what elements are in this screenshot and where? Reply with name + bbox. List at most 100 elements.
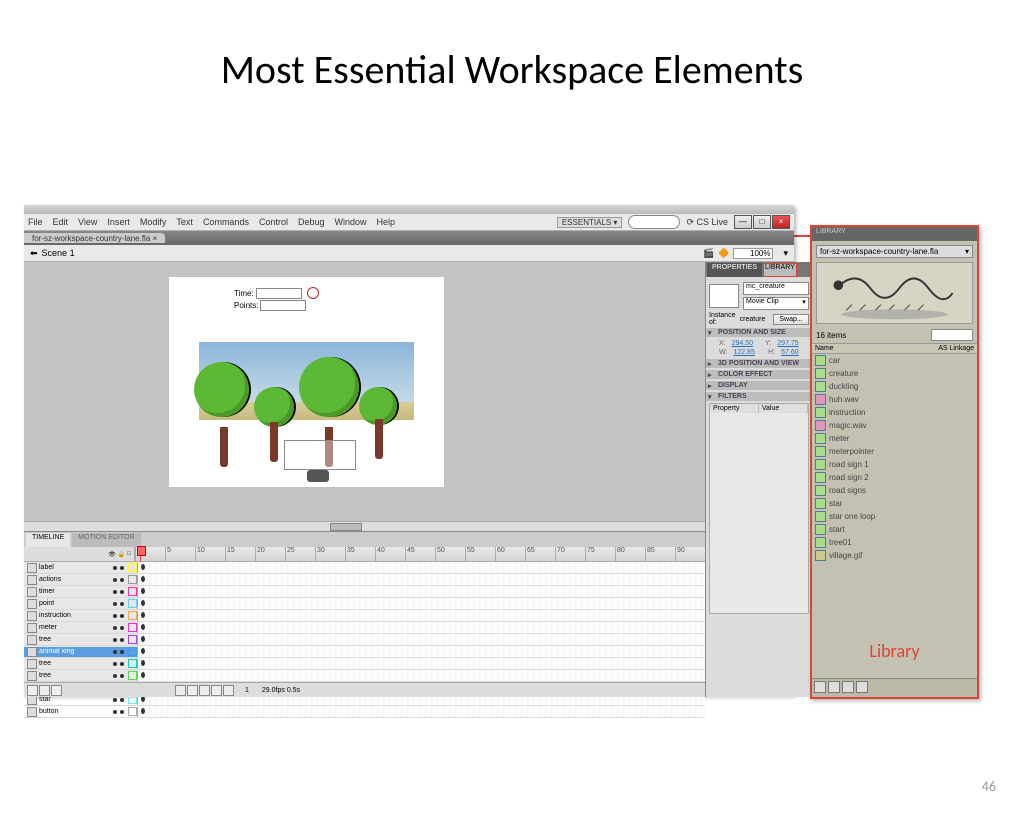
layer-frames[interactable] bbox=[138, 646, 705, 658]
layer-row[interactable]: instruction bbox=[24, 610, 705, 622]
layer-row[interactable]: label bbox=[24, 562, 705, 574]
step-fwd-button[interactable] bbox=[211, 685, 222, 696]
window-minimize-button[interactable]: — bbox=[734, 215, 752, 229]
library-item[interactable]: meter bbox=[812, 432, 977, 445]
zoom-dropdown-icon[interactable]: ▾ bbox=[783, 248, 788, 259]
tab-timeline[interactable]: TIMELINE bbox=[26, 533, 70, 547]
horizontal-scrollbar[interactable] bbox=[24, 521, 705, 531]
x-value[interactable]: 294.50 bbox=[732, 340, 753, 347]
y-value[interactable]: 297.75 bbox=[777, 340, 798, 347]
menu-file[interactable]: File bbox=[28, 217, 43, 227]
layer-frames[interactable] bbox=[138, 574, 705, 586]
library-item[interactable]: duckling bbox=[812, 380, 977, 393]
library-header-name[interactable]: Name bbox=[815, 345, 938, 352]
new-symbol-button[interactable] bbox=[814, 681, 826, 693]
tab-properties[interactable]: PROPERTIES bbox=[707, 263, 762, 277]
section-position-size[interactable]: POSITION AND SIZE bbox=[706, 328, 812, 337]
library-item[interactable]: start bbox=[812, 523, 977, 536]
window-close-button[interactable]: × bbox=[772, 215, 790, 229]
w-value[interactable]: 122.85 bbox=[733, 349, 754, 356]
edit-scene-icon[interactable]: 🎬 bbox=[703, 248, 714, 259]
swap-button[interactable]: Swap... bbox=[773, 314, 808, 325]
layer-frames[interactable] bbox=[138, 622, 705, 634]
menu-control[interactable]: Control bbox=[259, 217, 288, 227]
library-item[interactable]: car bbox=[812, 354, 977, 367]
layer-frames[interactable] bbox=[138, 706, 705, 718]
symbol-type-select[interactable]: Movie Clip ▾ bbox=[743, 297, 809, 310]
layer-frames[interactable] bbox=[138, 670, 705, 682]
tab-motion-editor[interactable]: MOTION EDITOR bbox=[72, 533, 140, 547]
delete-layer-button[interactable] bbox=[51, 685, 62, 696]
library-item[interactable]: meterpointer bbox=[812, 445, 977, 458]
library-item[interactable]: village.gif bbox=[812, 549, 977, 562]
layer-row[interactable]: tree bbox=[24, 658, 705, 670]
section-3d-position[interactable]: 3D POSITION AND VIEW bbox=[706, 359, 812, 368]
library-item[interactable]: instruction bbox=[812, 406, 977, 419]
instance-name-field[interactable]: mc_creature bbox=[743, 282, 809, 295]
layer-row[interactable]: animal xing bbox=[24, 646, 705, 658]
section-color-effect[interactable]: COLOR EFFECT bbox=[706, 370, 812, 379]
rewind-button[interactable] bbox=[175, 685, 186, 696]
stage[interactable]: Time: Points: bbox=[169, 277, 444, 487]
layer-frames[interactable] bbox=[138, 634, 705, 646]
menu-help[interactable]: Help bbox=[377, 217, 396, 227]
menu-window[interactable]: Window bbox=[335, 217, 367, 227]
layer-frames[interactable] bbox=[138, 562, 705, 574]
step-back-button[interactable] bbox=[187, 685, 198, 696]
library-header-linkage[interactable]: AS Linkage bbox=[938, 345, 974, 352]
layer-row[interactable]: button bbox=[24, 706, 705, 718]
layer-row[interactable]: tree bbox=[24, 634, 705, 646]
section-display[interactable]: DISPLAY bbox=[706, 381, 812, 390]
section-filters[interactable]: FILTERS bbox=[706, 392, 812, 401]
layer-frames[interactable] bbox=[138, 586, 705, 598]
library-item[interactable]: creature bbox=[812, 367, 977, 380]
fast-fwd-button[interactable] bbox=[223, 685, 234, 696]
tab-library[interactable]: LIBRARY bbox=[763, 263, 797, 277]
delete-button[interactable] bbox=[856, 681, 868, 693]
library-item[interactable]: tree01 bbox=[812, 536, 977, 549]
frame-ruler[interactable]: 151015202530354045505560657075808590 bbox=[135, 547, 705, 561]
doc-tab-close-icon[interactable]: × bbox=[153, 234, 158, 243]
back-arrow-icon[interactable]: ⬅ bbox=[30, 248, 38, 259]
menu-view[interactable]: View bbox=[78, 217, 97, 227]
stage-area[interactable]: Time: Points: bbox=[24, 262, 705, 521]
library-file-select[interactable]: for-sz-workspace-country-lane.fla▾ bbox=[816, 245, 973, 258]
library-item[interactable]: huh.wav bbox=[812, 393, 977, 406]
lock-icon[interactable]: 🔒 bbox=[118, 551, 125, 558]
library-item[interactable]: star bbox=[812, 497, 977, 510]
window-maximize-button[interactable]: □ bbox=[753, 215, 771, 229]
menu-insert[interactable]: Insert bbox=[107, 217, 130, 227]
library-item[interactable]: road sign 2 bbox=[812, 471, 977, 484]
layer-frames[interactable] bbox=[138, 658, 705, 670]
layer-frames[interactable] bbox=[138, 598, 705, 610]
play-button[interactable] bbox=[199, 685, 210, 696]
properties-button[interactable] bbox=[842, 681, 854, 693]
library-tab-header[interactable]: LIBRARY bbox=[812, 227, 977, 241]
search-box[interactable] bbox=[628, 215, 680, 229]
menu-text[interactable]: Text bbox=[176, 217, 193, 227]
creature-selection-box[interactable] bbox=[284, 440, 356, 470]
new-layer-button[interactable] bbox=[27, 685, 38, 696]
library-search[interactable] bbox=[931, 329, 973, 341]
workspace-selector[interactable]: ESSENTIALS ▾ bbox=[557, 217, 623, 228]
new-folder-button[interactable] bbox=[828, 681, 840, 693]
library-item[interactable]: road sign 1 bbox=[812, 458, 977, 471]
h-value[interactable]: 57.60 bbox=[781, 349, 799, 356]
library-item[interactable]: star one loop bbox=[812, 510, 977, 523]
layer-row[interactable]: point bbox=[24, 598, 705, 610]
scene-label[interactable]: Scene 1 bbox=[42, 248, 75, 258]
menu-commands[interactable]: Commands bbox=[203, 217, 249, 227]
layer-row[interactable]: tree bbox=[24, 670, 705, 682]
cslive-button[interactable]: ⟳ CS Live bbox=[686, 217, 728, 228]
layer-row[interactable]: timer bbox=[24, 586, 705, 598]
zoom-field[interactable]: 100% bbox=[733, 248, 773, 259]
menu-edit[interactable]: Edit bbox=[53, 217, 69, 227]
new-folder-button[interactable] bbox=[39, 685, 50, 696]
menu-debug[interactable]: Debug bbox=[298, 217, 325, 227]
library-item[interactable]: road signs bbox=[812, 484, 977, 497]
layer-row[interactable]: meter bbox=[24, 622, 705, 634]
document-tab[interactable]: for-sz-workspace-country-lane.fla × bbox=[24, 233, 165, 243]
outline-icon[interactable]: □ bbox=[127, 551, 131, 557]
menu-modify[interactable]: Modify bbox=[140, 217, 167, 227]
layer-row[interactable]: actions bbox=[24, 574, 705, 586]
